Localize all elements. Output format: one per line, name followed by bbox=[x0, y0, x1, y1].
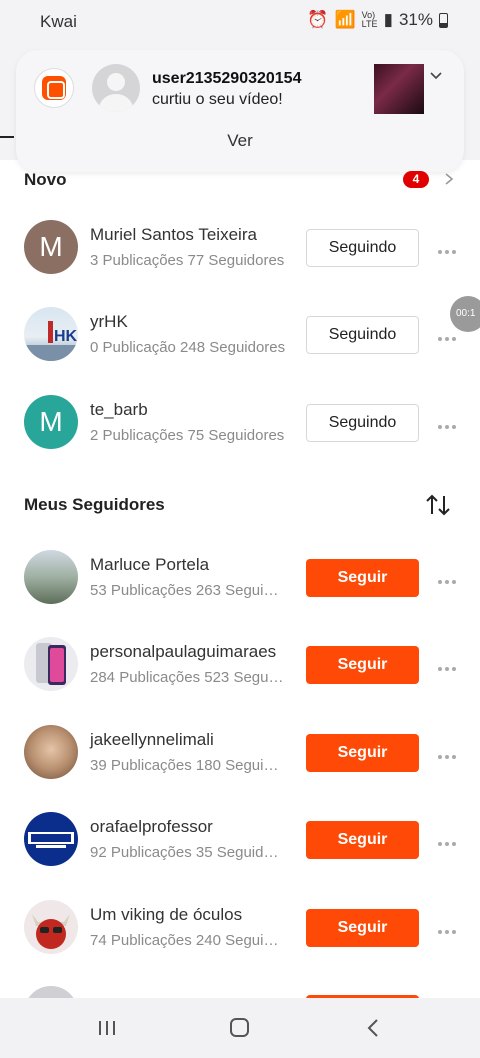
avatar[interactable] bbox=[24, 550, 78, 604]
user-name[interactable]: yrHK bbox=[90, 312, 128, 332]
list-item[interactable]: jakeellynnelimali 39 Publicações 180 Seg… bbox=[0, 725, 480, 812]
signal-icon: ▮ bbox=[383, 10, 393, 29]
following-button[interactable]: Seguindo bbox=[306, 316, 419, 354]
app-header-divider bbox=[0, 136, 14, 138]
screen-recording-indicator[interactable]: 00:1 bbox=[450, 296, 480, 332]
user-name[interactable]: Muriel Santos Teixeira bbox=[90, 225, 257, 245]
user-stats: 0 Publicação 248 Seguidores bbox=[90, 339, 286, 356]
list-item[interactable]: M te_barb 2 Publicações 75 Seguidores Se… bbox=[0, 395, 480, 482]
list-item[interactable]: Marluce Portela 53 Publicações 263 Segui… bbox=[0, 550, 480, 637]
avatar-image bbox=[32, 914, 70, 949]
system-navigation-bar bbox=[0, 998, 480, 1058]
user-stats: 92 Publicações 35 Seguidores bbox=[90, 844, 286, 861]
battery-label: 31% bbox=[398, 10, 433, 29]
user-name[interactable]: jakeellynnelimali bbox=[90, 730, 214, 750]
user-name[interactable]: Marluce Portela bbox=[90, 555, 209, 575]
user-name[interactable]: Um viking de óculos bbox=[90, 905, 242, 925]
notification-video-thumbnail bbox=[374, 64, 424, 114]
user-stats: 2 Publicações 75 Seguidores bbox=[90, 427, 285, 444]
notification-user: user2135290320154 bbox=[152, 70, 302, 87]
user-name[interactable]: orafaelprofessor bbox=[90, 817, 213, 837]
list-item-partial[interactable] bbox=[0, 986, 480, 998]
status-bar: Kwai ⏰ 📶 Vo) LTE ▮ 31% bbox=[0, 0, 480, 42]
avatar[interactable]: M bbox=[24, 395, 78, 449]
kwai-app-icon bbox=[34, 68, 74, 108]
chevron-right-icon[interactable] bbox=[443, 172, 455, 186]
chevron-down-icon[interactable] bbox=[428, 68, 444, 84]
list-item[interactable]: orafaelprofessor 92 Publicações 35 Segui… bbox=[0, 812, 480, 899]
user-stats: 39 Publicações 180 Seguidores bbox=[90, 757, 286, 774]
battery-icon bbox=[439, 12, 448, 28]
avatar[interactable] bbox=[24, 900, 78, 954]
list-item[interactable]: M Muriel Santos Teixeira 3 Publicações 7… bbox=[0, 220, 480, 307]
follow-button[interactable]: Seguir bbox=[306, 646, 419, 684]
user-stats: 53 Publicações 263 Seguidores bbox=[90, 582, 286, 599]
back-icon[interactable] bbox=[367, 1018, 379, 1038]
avatar[interactable] bbox=[24, 986, 78, 998]
notification-message: curtiu o seu vídeo! bbox=[152, 91, 283, 108]
more-options-icon[interactable] bbox=[438, 568, 460, 588]
status-icons: ⏰ 📶 Vo) LTE ▮ 31% bbox=[307, 10, 448, 30]
avatar[interactable] bbox=[24, 637, 78, 691]
more-options-icon[interactable] bbox=[438, 743, 460, 763]
follow-button[interactable]: Seguir bbox=[306, 734, 419, 772]
section-title-novo: Novo bbox=[24, 170, 67, 189]
avatar-image bbox=[36, 643, 66, 685]
status-app-name: Kwai bbox=[40, 12, 77, 31]
notification-user-avatar bbox=[92, 64, 140, 112]
more-options-icon[interactable] bbox=[438, 413, 460, 433]
network-label: Vo) LTE bbox=[361, 10, 378, 29]
more-options-icon[interactable] bbox=[438, 238, 460, 258]
more-options-icon[interactable] bbox=[438, 655, 460, 675]
svg-text:HK: HK bbox=[54, 328, 78, 345]
wifi-icon: 📶 bbox=[334, 10, 356, 29]
avatar-image: HK bbox=[24, 321, 78, 361]
list-item[interactable]: Um viking de óculos 74 Publicações 240 S… bbox=[0, 900, 480, 987]
home-icon[interactable] bbox=[230, 1018, 249, 1037]
alarm-icon: ⏰ bbox=[307, 10, 329, 29]
more-options-icon[interactable] bbox=[438, 830, 460, 850]
follow-button[interactable]: Seguir bbox=[306, 559, 419, 597]
avatar[interactable]: HK bbox=[24, 307, 78, 361]
user-name[interactable]: personalpaulaguimaraes bbox=[90, 642, 276, 662]
follow-button[interactable]: Seguir bbox=[306, 821, 419, 859]
more-options-icon[interactable] bbox=[438, 918, 460, 938]
user-stats: 74 Publicações 240 Seguidores bbox=[90, 932, 286, 949]
list-item[interactable]: HK yrHK 0 Publicação 248 Seguidores Segu… bbox=[0, 307, 480, 394]
sort-icon[interactable] bbox=[424, 493, 452, 517]
novo-count-badge: 4 bbox=[403, 171, 429, 188]
view-button[interactable]: Ver bbox=[16, 131, 464, 151]
avatar[interactable]: M bbox=[24, 220, 78, 274]
user-stats: 284 Publicações 523 Seguidores bbox=[90, 669, 286, 686]
list-item[interactable]: personalpaulaguimaraes 284 Publicações 5… bbox=[0, 637, 480, 724]
following-button[interactable]: Seguindo bbox=[306, 229, 419, 267]
avatar[interactable] bbox=[24, 812, 78, 866]
follow-button[interactable]: Seguir bbox=[306, 909, 419, 947]
push-notification[interactable]: user2135290320154 curtiu o seu vídeo! Ve… bbox=[16, 50, 464, 172]
recent-apps-icon[interactable] bbox=[97, 1020, 117, 1036]
following-button[interactable]: Seguindo bbox=[306, 404, 419, 442]
avatar-logo bbox=[28, 832, 74, 848]
user-name[interactable]: te_barb bbox=[90, 400, 148, 420]
user-stats: 3 Publicações 77 Seguidores bbox=[90, 252, 285, 269]
avatar[interactable] bbox=[24, 725, 78, 779]
section-title-followers: Meus Seguidores bbox=[24, 495, 165, 514]
